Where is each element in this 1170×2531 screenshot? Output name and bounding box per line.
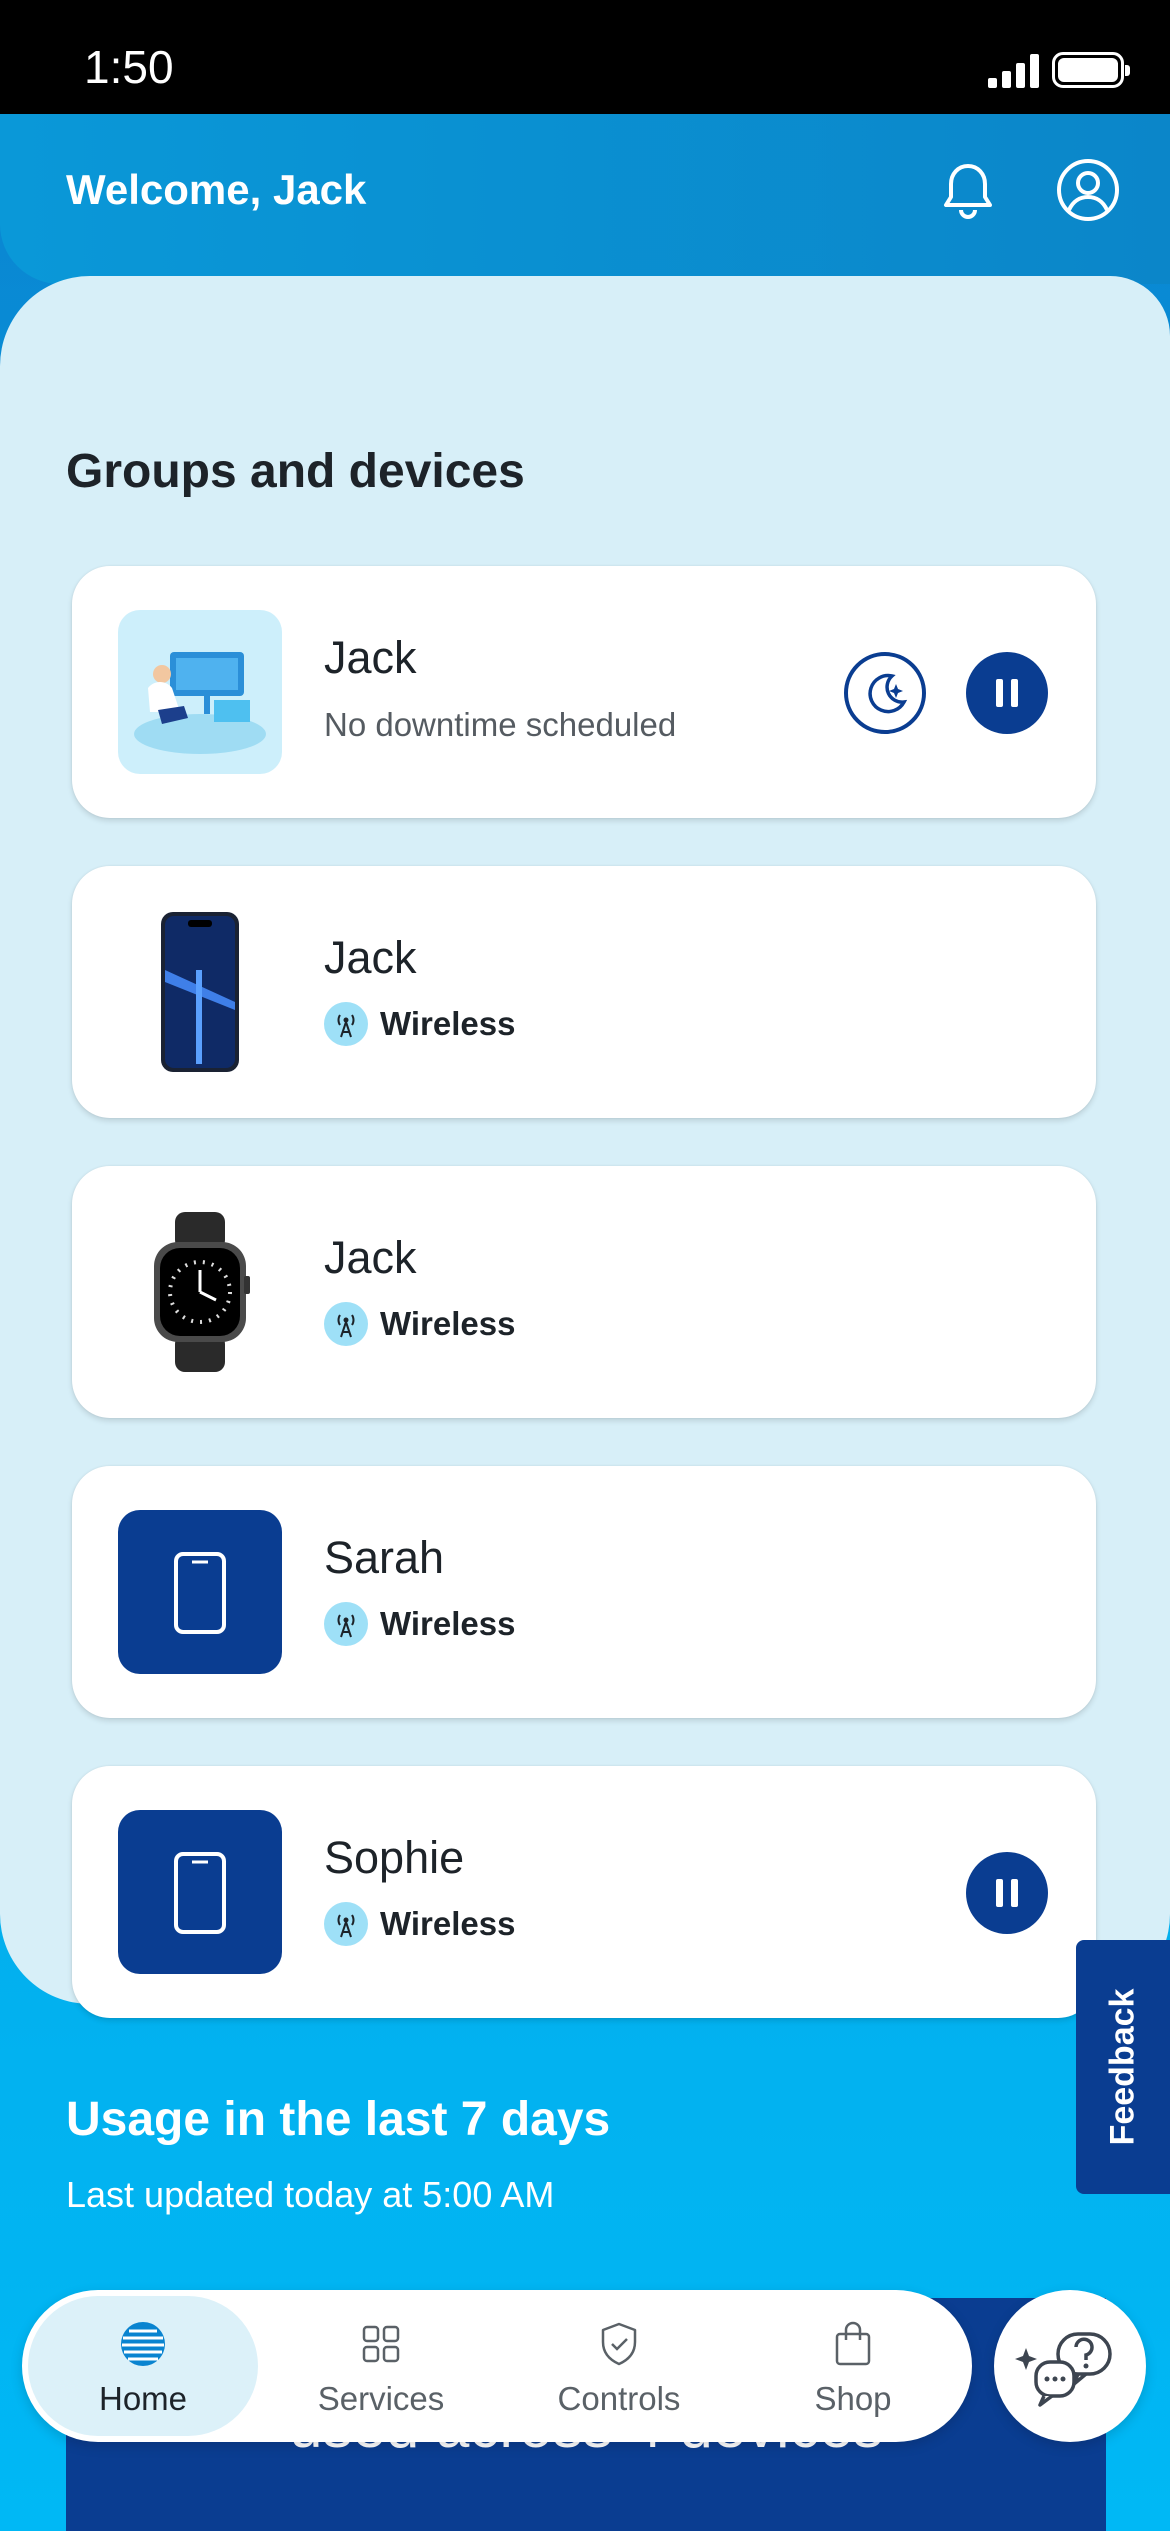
shopping-bag-icon [835, 2321, 871, 2366]
device-card-iphone[interactable]: Jack Wireless [72, 866, 1096, 1118]
moon-icon [868, 673, 908, 714]
smartphone-icon [174, 1852, 226, 1934]
connection-type: Wireless [380, 1905, 516, 1942]
battery-icon [1052, 52, 1130, 88]
groups-title: Groups and devices [66, 445, 525, 498]
card-name: Sophie [324, 1832, 465, 1883]
pause-button[interactable] [966, 1852, 1048, 1934]
phone-placeholder [118, 1510, 282, 1674]
chat-help-button[interactable] [994, 2290, 1146, 2442]
card-subtitle: No downtime scheduled [324, 706, 677, 743]
tab-label: Home [98, 2380, 188, 2417]
att-globe-icon [121, 2322, 165, 2366]
grid-icon [362, 2325, 400, 2363]
cell-tower-icon [324, 1602, 368, 1646]
tab-shop[interactable]: Shop [738, 2296, 968, 2436]
connection-type: Wireless [380, 1605, 516, 1642]
cellular-signal-icon [988, 54, 1039, 88]
connection-type: Wireless [380, 1305, 516, 1342]
wireless-tag: Wireless [324, 1902, 515, 1946]
wireless-tag: Wireless [324, 1602, 515, 1646]
card-name: Jack [324, 932, 417, 983]
cell-tower-icon [324, 1902, 368, 1946]
chat-help-icon [1015, 2332, 1112, 2407]
connection-type: Wireless [380, 1005, 516, 1042]
status-bar: 1:50 [0, 0, 1170, 114]
app-header: Welcome, Jack [0, 114, 1170, 284]
tab-label: Shop [814, 2380, 892, 2417]
downtime-button[interactable] [844, 652, 926, 734]
pause-icon [996, 1879, 1018, 1907]
usage-title: Usage in the last 7 days [66, 2093, 611, 2146]
bell-icon[interactable] [932, 154, 1004, 226]
wireless-tag: Wireless [324, 1302, 515, 1346]
smartphone-icon [174, 1552, 226, 1634]
tab-label: Controls [557, 2380, 681, 2417]
tab-controls[interactable]: Controls [504, 2296, 734, 2436]
usage-updated: Last updated today at 5:00 AM [66, 2174, 555, 2215]
card-name: Jack [324, 1232, 417, 1283]
pause-icon [996, 679, 1018, 707]
bottom-tab-bar: Home Services Controls Shop [22, 2290, 972, 2442]
pause-button[interactable] [966, 652, 1048, 734]
tab-services[interactable]: Services [266, 2296, 496, 2436]
tab-home[interactable]: Home [28, 2296, 258, 2436]
status-time: 1:50 [84, 41, 174, 93]
iphone-image [118, 910, 282, 1074]
cell-tower-icon [324, 1002, 368, 1046]
profile-icon[interactable] [1052, 154, 1124, 226]
wireless-tag: Wireless [324, 1002, 515, 1046]
feedback-tab[interactable]: Feedback [1076, 1940, 1170, 2194]
group-card-jack[interactable]: Jack No downtime scheduled [72, 566, 1096, 818]
tab-label: Services [317, 2380, 445, 2417]
groups-panel: Groups and devices Jack No downtime sche… [0, 276, 1170, 2018]
card-name: Sarah [324, 1532, 445, 1583]
device-card-watch[interactable]: Jack Wireless [72, 1166, 1096, 1418]
feedback-label: Feedback [1103, 1988, 1142, 2146]
cell-tower-icon [324, 1302, 368, 1346]
person-illustration [118, 610, 282, 774]
card-name: Jack [324, 632, 417, 683]
app-screen: Welcome, Jack Groups and devices Jack No… [0, 114, 1170, 2531]
device-card-sarah[interactable]: Sarah Wireless [72, 1466, 1096, 1718]
phone-placeholder [118, 1810, 282, 1974]
device-card-sophie[interactable]: Sophie Wireless [72, 1766, 1096, 2018]
welcome-title: Welcome, Jack [66, 166, 367, 213]
shield-check-icon [601, 2322, 637, 2366]
apple-watch-image [118, 1210, 282, 1374]
